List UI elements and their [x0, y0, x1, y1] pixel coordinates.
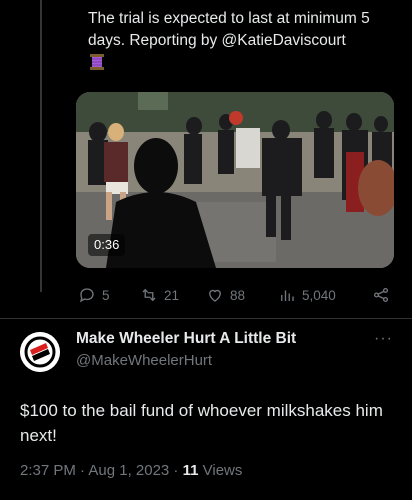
tweet-meta: 2:37 PM · Aug 1, 2023 · 11 Views	[20, 462, 242, 479]
like-button[interactable]: 88	[206, 284, 245, 306]
views-chart-icon	[281, 290, 294, 301]
retweet-icon	[142, 288, 156, 302]
thread-connector-line	[40, 0, 42, 292]
tweet-views-count: 11	[182, 462, 199, 479]
heart-icon	[209, 289, 221, 302]
spool-emoji-icon	[90, 54, 104, 70]
retweet-button[interactable]: 21	[140, 284, 179, 306]
previous-tweet-text: The trial is expected to last at minimum…	[88, 10, 370, 49]
more-options-icon[interactable]: ···	[374, 330, 393, 348]
views-button[interactable]: 5,040	[278, 284, 336, 306]
avatar[interactable]	[20, 332, 60, 372]
user-handle[interactable]: @MakeWheelerHurt	[76, 352, 212, 369]
display-name[interactable]: Make Wheeler Hurt A Little Bit	[76, 330, 296, 348]
reply-count: 5	[102, 287, 110, 303]
reply-button[interactable]: 5	[78, 284, 110, 306]
reply-icon	[79, 288, 94, 303]
views-count: 5,040	[302, 287, 336, 303]
like-count: 88	[230, 287, 246, 303]
share-icon	[373, 287, 389, 303]
retweet-count: 21	[164, 287, 180, 303]
video-duration-badge: 0:36	[88, 234, 126, 256]
tweet-views-label: Views	[198, 462, 243, 479]
share-button[interactable]	[372, 284, 390, 306]
tweet-text: $100 to the bail fund of whoever milksha…	[20, 401, 383, 445]
tweet-divider	[0, 318, 412, 319]
tweet-timestamp[interactable]: 2:37 PM · Aug 1, 2023 ·	[20, 462, 183, 479]
tweet-action-bar: 5 21 88 5,040	[78, 284, 396, 306]
antifa-flag-logo	[20, 332, 60, 372]
